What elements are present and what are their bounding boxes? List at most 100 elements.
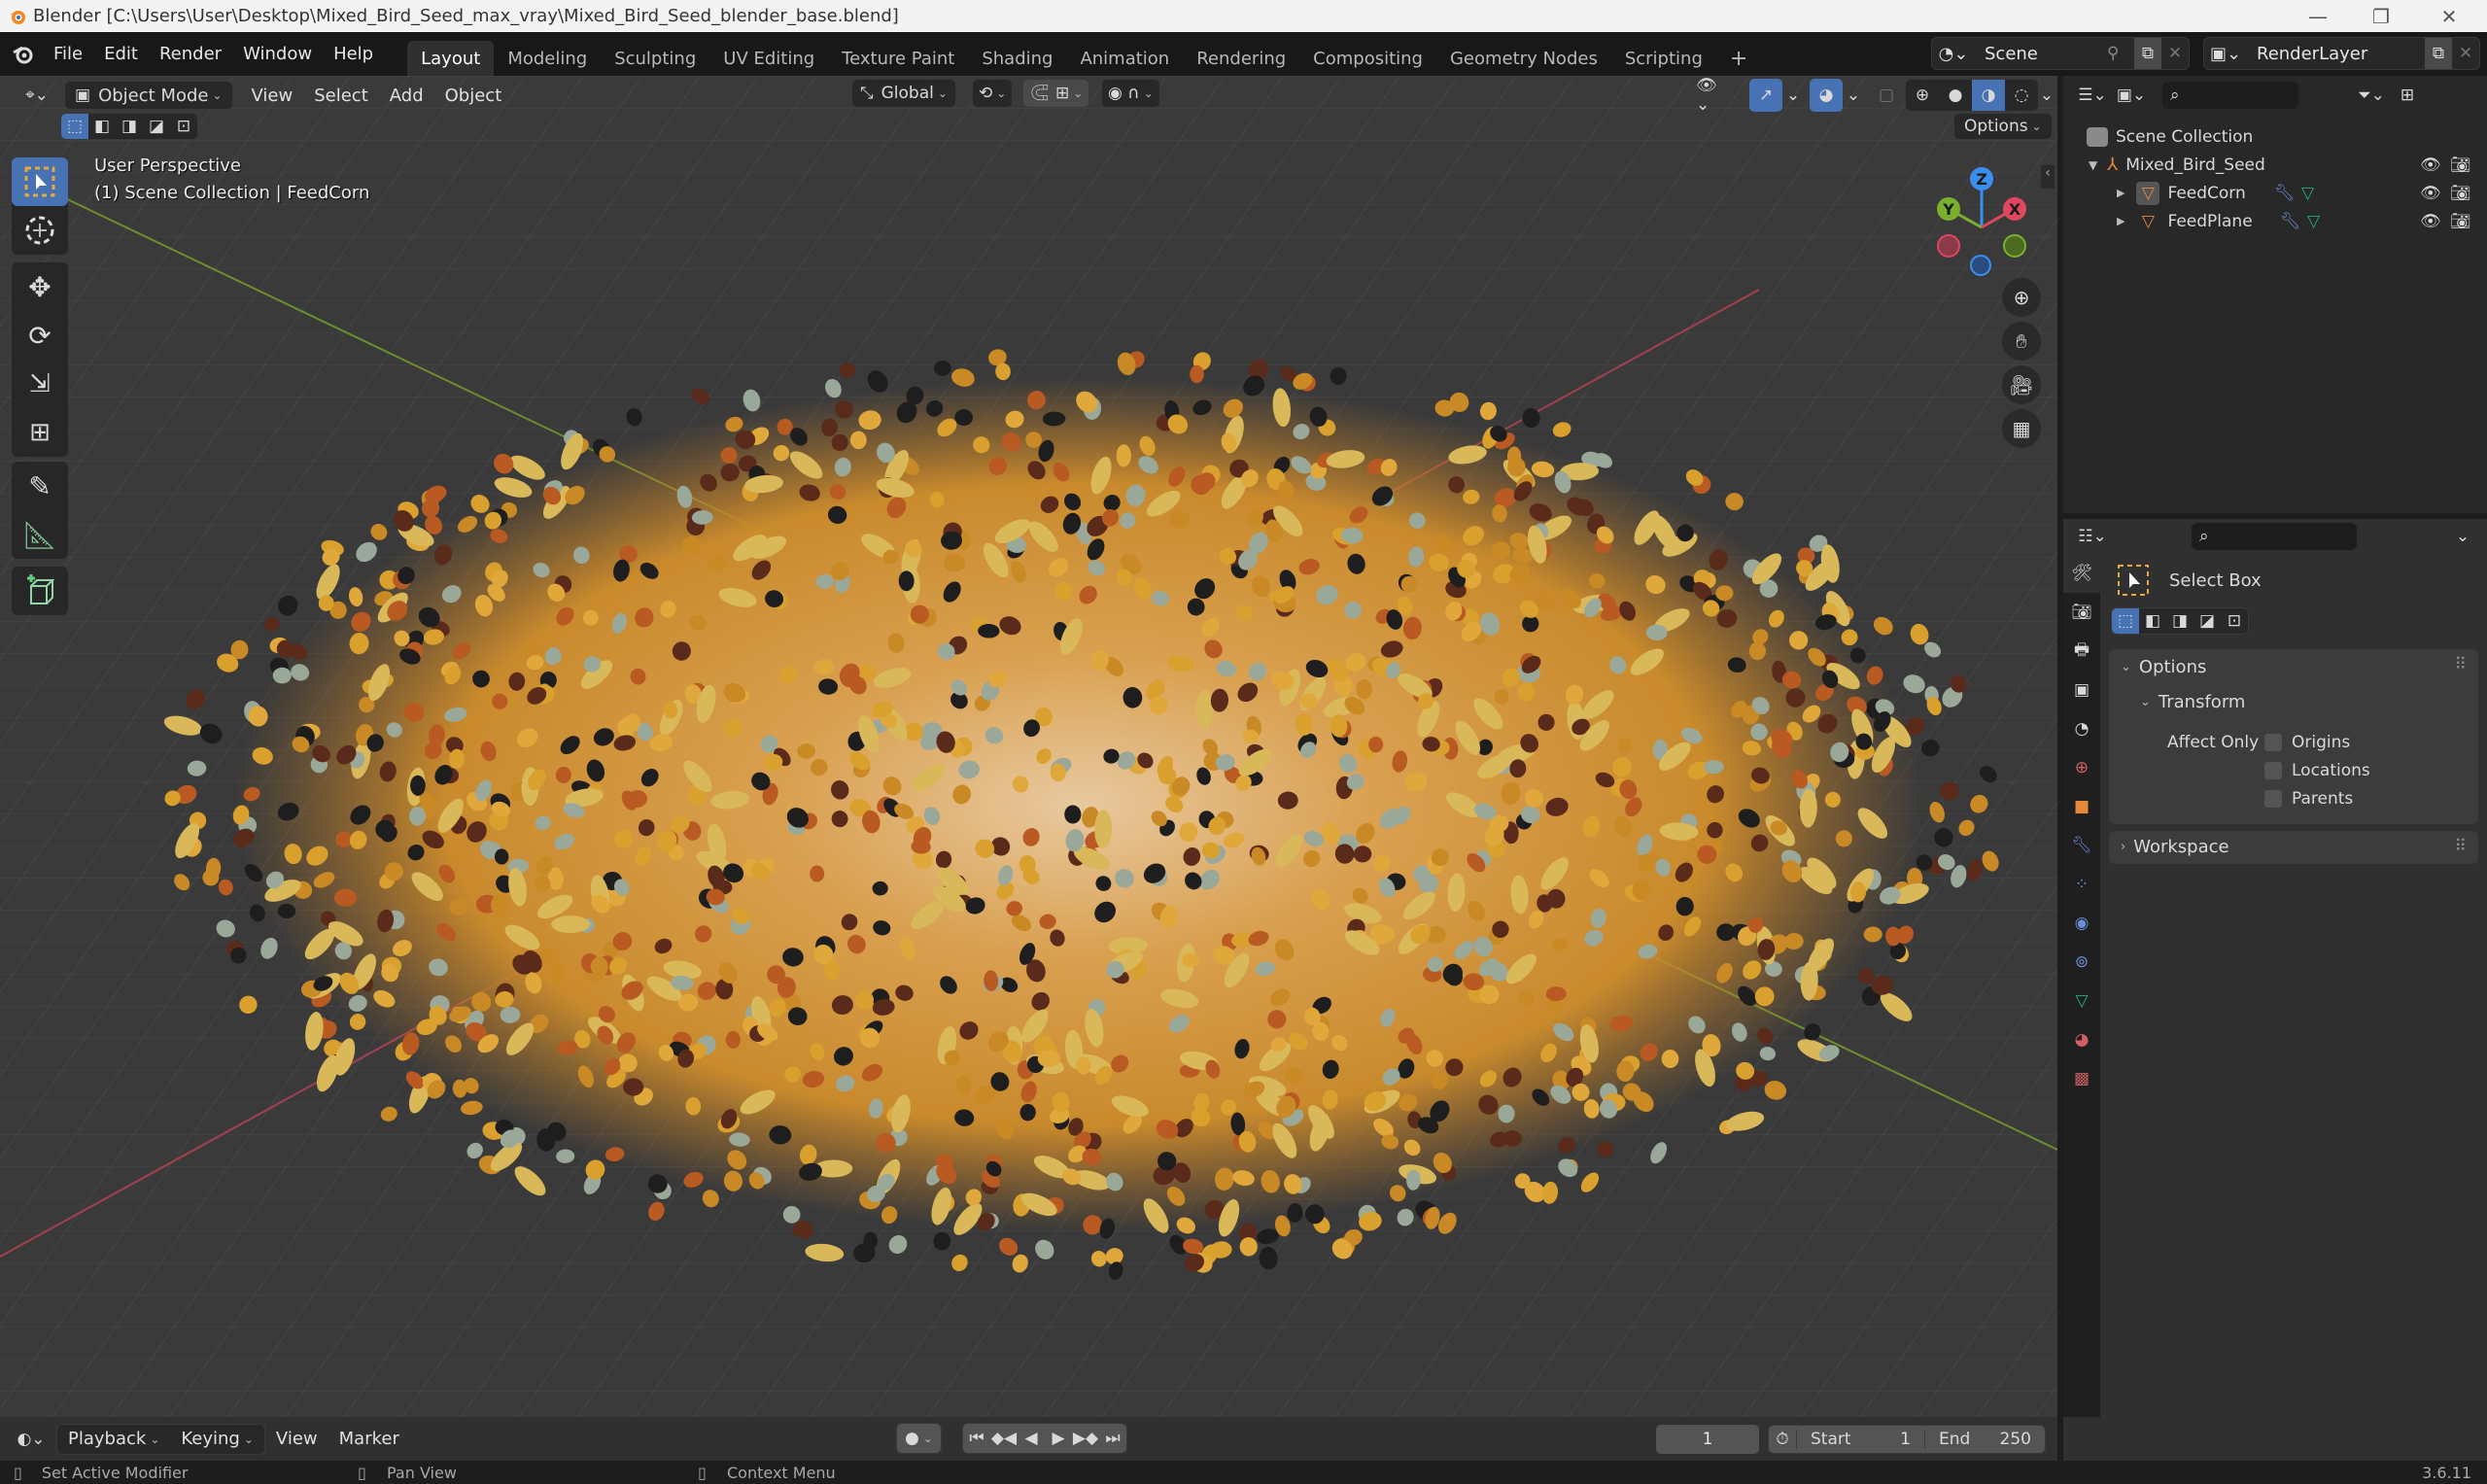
- menu-object[interactable]: Object: [434, 79, 513, 112]
- tab-view-layer[interactable]: ▣: [2063, 671, 2100, 709]
- tab-data[interactable]: ▽: [2063, 982, 2100, 1020]
- select-box-tool[interactable]: [12, 157, 68, 206]
- select-extend-button[interactable]: ◧: [88, 114, 116, 139]
- pin-icon[interactable]: ⚲: [2107, 44, 2134, 63]
- scene-name[interactable]: Scene: [1975, 44, 2107, 64]
- scene-selector[interactable]: ◔⌄ Scene ⚲ ⧉ ✕: [1931, 37, 2190, 70]
- rotate-tool[interactable]: ⟳: [12, 311, 68, 360]
- gizmo-dropdown[interactable]: ⌄: [1782, 79, 1804, 112]
- tab-particles[interactable]: ⁘: [2063, 865, 2100, 904]
- tab-geometry-nodes[interactable]: Geometry Nodes: [1436, 41, 1611, 76]
- solid-shading-button[interactable]: ●: [1939, 80, 1972, 111]
- menu-window[interactable]: Window: [232, 32, 323, 76]
- menu-edit[interactable]: Edit: [93, 32, 149, 76]
- tab-constraints[interactable]: ⊚: [2063, 943, 2100, 982]
- menu-help[interactable]: Help: [323, 32, 384, 76]
- menu-keying[interactable]: Keying ⌄: [170, 1423, 264, 1456]
- orientation-selector[interactable]: ⤡ Global ⌄: [851, 79, 956, 108]
- tab-sculpting[interactable]: Sculpting: [601, 41, 709, 76]
- tab-render[interactable]: 📷︎: [2063, 593, 2100, 632]
- view-layer-selector[interactable]: ▣⌄ RenderLayer ⧉ ✕: [2203, 37, 2480, 70]
- gizmo-neg-y-axis[interactable]: [2003, 234, 2026, 258]
- play-button[interactable]: ▶: [1045, 1424, 1072, 1453]
- select-new-button[interactable]: ⬚: [61, 114, 88, 139]
- gizmo-z-axis[interactable]: Z: [1970, 167, 1993, 190]
- tab-scene[interactable]: ◔: [2063, 709, 2100, 748]
- properties-options-dropdown[interactable]: ⌄: [2449, 520, 2476, 553]
- add-workspace-button[interactable]: +: [1716, 41, 1761, 76]
- workspace-panel[interactable]: › Workspace ⠿: [2109, 831, 2478, 864]
- pivot-point-selector[interactable]: ⟲ ⌄: [972, 79, 1014, 108]
- measure-tool[interactable]: 📐︎: [12, 510, 68, 559]
- toggle-perspective-button[interactable]: ▦: [2002, 409, 2041, 448]
- snapping-toggle[interactable]: 🧲︎ ⊞ ⌄: [1022, 79, 1090, 108]
- select-intersect-button[interactable]: ⊡: [170, 114, 197, 139]
- prev-keyframe-button[interactable]: ◆◀: [990, 1424, 1018, 1453]
- overlays-dropdown[interactable]: ⌄: [1843, 79, 1864, 112]
- tab-physics[interactable]: ◉: [2063, 904, 2100, 943]
- filter-button[interactable]: ⏷⌄: [2352, 79, 2391, 112]
- view-layer-name[interactable]: RenderLayer: [2247, 44, 2425, 64]
- display-mode-button[interactable]: ▣⌄: [2112, 79, 2151, 112]
- restore-button[interactable]: ❐: [2352, 0, 2410, 32]
- menu-render[interactable]: Render: [149, 32, 232, 76]
- camera-view-button[interactable]: 🎥︎: [2002, 365, 2041, 404]
- tab-layout[interactable]: Layout: [407, 41, 495, 76]
- proportional-editing-toggle[interactable]: ◉ ∩ ⌄: [1101, 79, 1160, 108]
- parents-checkbox[interactable]: Parents: [2264, 789, 2353, 809]
- editor-type-button[interactable]: ⌖⌄: [17, 79, 56, 112]
- properties-editor-type[interactable]: ☷⌄: [2073, 520, 2112, 553]
- menu-add[interactable]: Add: [379, 79, 434, 112]
- outliner-search[interactable]: ⌕: [2162, 82, 2298, 109]
- drag-handle-icon[interactable]: ⠿: [2455, 837, 2467, 856]
- origins-checkbox[interactable]: Origins: [2264, 733, 2350, 752]
- tab-texture-paint[interactable]: Texture Paint: [828, 41, 968, 76]
- tab-world[interactable]: ⊕: [2063, 748, 2100, 787]
- mode-selector[interactable]: ▣ Object Mode ⌄: [64, 81, 233, 110]
- mesh-data-icon[interactable]: ▽: [2301, 184, 2314, 203]
- visibility-eye-icon[interactable]: 👁︎: [2420, 212, 2441, 231]
- new-view-layer-button[interactable]: ⧉: [2425, 38, 2452, 69]
- expand-arrow-icon[interactable]: ▶: [2117, 187, 2124, 199]
- outliner-editor-type[interactable]: ☰⌄: [2073, 79, 2112, 112]
- stopwatch-icon[interactable]: ⏱︎: [1769, 1430, 1796, 1449]
- tab-modifiers[interactable]: 🔧︎: [2063, 826, 2100, 865]
- tab-rendering[interactable]: Rendering: [1183, 41, 1299, 76]
- end-frame-field[interactable]: End 250: [1924, 1430, 2045, 1449]
- annotate-tool[interactable]: ✎: [12, 462, 68, 510]
- options-panel-header[interactable]: ⌄ Options: [2121, 657, 2206, 677]
- delete-view-layer-button[interactable]: ✕: [2452, 44, 2479, 63]
- gizmo-y-axis[interactable]: Y: [1937, 197, 1960, 221]
- tab-scripting[interactable]: Scripting: [1611, 41, 1716, 76]
- tab-object[interactable]: ■: [2063, 787, 2100, 826]
- jump-start-button[interactable]: ⏮: [963, 1424, 990, 1453]
- viewport-scene[interactable]: [0, 76, 2057, 1417]
- select-invert-button[interactable]: ◪: [143, 114, 170, 139]
- material-preview-button[interactable]: ◑: [1972, 80, 2005, 111]
- tab-uv-editing[interactable]: UV Editing: [709, 41, 828, 76]
- cursor-tool[interactable]: [12, 206, 68, 255]
- gizmo-x-axis[interactable]: X: [2003, 197, 2026, 221]
- move-tool[interactable]: ✥: [12, 262, 68, 311]
- menu-playback[interactable]: Playback ⌄: [57, 1423, 170, 1456]
- transform-tool[interactable]: ⊞: [12, 408, 68, 457]
- mesh-data-icon[interactable]: ▽: [2307, 212, 2320, 231]
- overlays-toggle[interactable]: ◕: [1810, 79, 1843, 112]
- transform-subpanel-header[interactable]: ⌄ Transform: [2140, 692, 2245, 712]
- gizmo-toggle[interactable]: ↗: [1749, 79, 1782, 112]
- close-button[interactable]: ✕: [2420, 0, 2478, 32]
- drag-handle-icon[interactable]: ⠿: [2455, 655, 2467, 674]
- tab-shading[interactable]: Shading: [968, 41, 1066, 76]
- tab-material[interactable]: ◕: [2063, 1020, 2100, 1059]
- tab-texture[interactable]: ▩: [2063, 1059, 2100, 1098]
- navigation-gizmo[interactable]: Z Y X: [1924, 165, 2031, 276]
- 3d-viewport[interactable]: [0, 76, 2057, 1417]
- render-camera-icon[interactable]: 📷︎: [2450, 212, 2471, 231]
- select-subtract-button[interactable]: ◨: [2166, 608, 2193, 634]
- shading-dropdown[interactable]: ⌄: [2037, 79, 2056, 112]
- menu-marker[interactable]: Marker: [328, 1423, 410, 1456]
- select-invert-button[interactable]: ◪: [2193, 608, 2221, 634]
- sidebar-toggle[interactable]: ‹: [2041, 165, 2055, 189]
- gizmo-neg-x-axis[interactable]: [1937, 234, 1960, 258]
- select-extend-button[interactable]: ◧: [2139, 608, 2166, 634]
